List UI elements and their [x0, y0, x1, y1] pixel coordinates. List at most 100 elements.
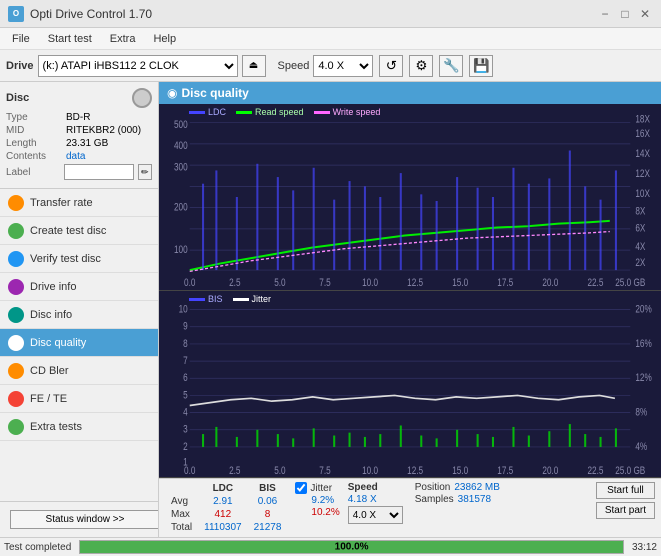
sidebar-item-create-test-disc[interactable]: Create test disc	[0, 217, 158, 245]
svg-text:16%: 16%	[635, 338, 652, 351]
svg-text:14X: 14X	[635, 148, 650, 160]
sidebar-item-verify-test-disc[interactable]: Verify test disc	[0, 245, 158, 273]
sidebar-item-disc-info[interactable]: Disc info	[0, 301, 158, 329]
settings-button2[interactable]: 🔧	[439, 55, 463, 77]
chart-area: ◉ Disc quality LDC Read speed	[159, 82, 661, 537]
samples-label: Samples	[415, 494, 454, 505]
status-message: Test completed	[4, 542, 71, 553]
sidebar-item-transfer-rate-label: Transfer rate	[30, 197, 93, 209]
disc-label-input[interactable]	[64, 164, 134, 180]
disc-mid-label: MID	[6, 125, 66, 136]
disc-contents-label: Contents	[6, 151, 66, 162]
sidebar-item-cd-bler-label: CD Bler	[30, 365, 69, 377]
svg-text:15.0: 15.0	[452, 277, 468, 289]
col-ldc: LDC	[198, 482, 247, 495]
speed-label: Speed	[278, 60, 310, 72]
drive-select[interactable]: (k:) ATAPI iHBS112 2 CLOK	[38, 55, 238, 77]
svg-text:10.0: 10.0	[362, 277, 378, 289]
titlebar: O Opti Drive Control 1.70 − □ ✕	[0, 0, 661, 28]
svg-text:8X: 8X	[635, 205, 646, 217]
sidebar-item-cd-bler[interactable]: CD Bler	[0, 357, 158, 385]
label-edit-button[interactable]: ✏	[138, 164, 152, 180]
settings-button1[interactable]: ⚙	[409, 55, 433, 77]
jitter-legend-item: Jitter	[233, 294, 272, 304]
disc-mid-value: RITEKBR2 (000)	[66, 125, 152, 136]
sidebar-item-fe-te[interactable]: FE / TE	[0, 385, 158, 413]
svg-text:5.0: 5.0	[274, 277, 285, 289]
svg-text:16X: 16X	[635, 128, 650, 140]
max-ldc: 412	[198, 508, 247, 521]
svg-text:3: 3	[183, 423, 188, 436]
chart-icon: ◉	[167, 86, 177, 100]
svg-text:0.0: 0.0	[184, 465, 196, 477]
disc-icon	[132, 88, 152, 108]
total-ldc: 1110307	[198, 521, 247, 534]
svg-text:12%: 12%	[635, 372, 652, 385]
speed-dropdown[interactable]: 4.0 X	[348, 506, 403, 524]
eject-button[interactable]: ⏏	[242, 55, 266, 77]
titlebar-controls: − □ ✕	[597, 6, 653, 22]
fe-te-icon	[8, 391, 24, 407]
bis-legend-color	[189, 298, 205, 301]
write-legend-item: Write speed	[314, 107, 381, 117]
sidebar-item-drive-info-label: Drive info	[30, 281, 76, 293]
refresh-button[interactable]: ↺	[379, 55, 403, 77]
svg-text:20.0: 20.0	[542, 465, 558, 477]
menu-help[interactable]: Help	[145, 31, 184, 47]
svg-text:22.5: 22.5	[587, 465, 603, 477]
jitter-checkbox[interactable]	[295, 482, 307, 494]
svg-text:200: 200	[174, 201, 188, 213]
menu-start-test[interactable]: Start test	[40, 31, 100, 47]
sidebar-item-disc-quality-label: Disc quality	[30, 337, 86, 349]
titlebar-title: Opti Drive Control 1.70	[30, 7, 152, 21]
sidebar: Disc Type BD-R MID RITEKBR2 (000) Length…	[0, 82, 159, 537]
sidebar-item-disc-quality[interactable]: Disc quality	[0, 329, 158, 357]
svg-text:22.5: 22.5	[587, 277, 603, 289]
statusbar: Test completed 100.0% 33:12	[0, 537, 661, 556]
main-content: Disc Type BD-R MID RITEKBR2 (000) Length…	[0, 82, 661, 556]
disc-length-label: Length	[6, 138, 66, 149]
disc-length-value: 23.31 GB	[66, 138, 152, 149]
ldc-legend-item: LDC	[189, 107, 226, 117]
position-section: Position 23862 MB Samples 381578	[415, 482, 500, 505]
menu-extra[interactable]: Extra	[102, 31, 144, 47]
svg-text:100: 100	[174, 244, 188, 256]
disc-label-row: Label ✏	[6, 164, 152, 180]
drive-info-icon	[8, 279, 24, 295]
close-button[interactable]: ✕	[637, 6, 653, 22]
max-label: Max	[165, 508, 198, 521]
svg-text:12X: 12X	[635, 168, 650, 180]
bis-legend-item: BIS	[189, 294, 223, 304]
col-bis: BIS	[248, 482, 288, 495]
sidebar-item-transfer-rate[interactable]: Transfer rate	[0, 189, 158, 217]
transfer-rate-icon	[8, 195, 24, 211]
menu-file[interactable]: File	[4, 31, 38, 47]
svg-text:25.0 GB: 25.0 GB	[615, 277, 645, 289]
svg-text:10: 10	[179, 303, 188, 316]
sidebar-item-extra-tests[interactable]: Extra tests	[0, 413, 158, 441]
max-bis: 8	[248, 508, 288, 521]
jitter-legend-label: Jitter	[252, 294, 272, 304]
sidebar-item-drive-info[interactable]: Drive info	[0, 273, 158, 301]
save-button[interactable]: 💾	[469, 55, 493, 77]
disc-type-row: Type BD-R	[6, 112, 152, 123]
svg-text:400: 400	[174, 140, 188, 152]
ldc-legend-color	[189, 111, 205, 114]
start-full-button[interactable]: Start full	[596, 482, 655, 499]
minimize-button[interactable]: −	[597, 6, 613, 22]
start-part-button[interactable]: Start part	[596, 502, 655, 519]
maximize-button[interactable]: □	[617, 6, 633, 22]
svg-text:10X: 10X	[635, 188, 650, 200]
speed-header: Speed	[348, 482, 403, 493]
status-window-button[interactable]: Status window >>	[10, 510, 159, 529]
speed-select[interactable]: 4.0 X	[313, 55, 373, 77]
disc-panel: Disc Type BD-R MID RITEKBR2 (000) Length…	[0, 82, 158, 189]
samples-value: 381578	[458, 494, 491, 505]
svg-text:12.5: 12.5	[407, 277, 423, 289]
menubar: File Start test Extra Help	[0, 28, 661, 50]
top-chart: LDC Read speed Write speed	[159, 104, 661, 291]
svg-text:5.0: 5.0	[274, 465, 286, 477]
sidebar-item-verify-test-label: Verify test disc	[30, 253, 101, 265]
write-legend-label: Write speed	[333, 107, 381, 117]
bottom-chart-svg: 10 9 8 7 6 5 4 3 2 1 20% 16% 12% 8% 4%	[159, 291, 661, 477]
